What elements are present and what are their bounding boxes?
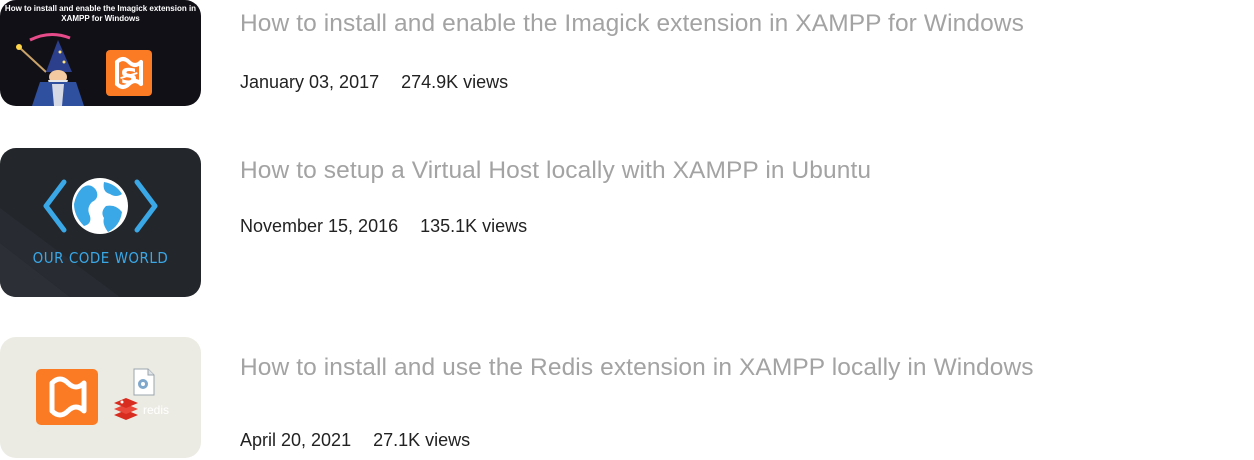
related-articles-list: How to install and enable the Imagick ex… <box>0 0 1254 460</box>
article-date: January 03, 2017 <box>240 72 380 92</box>
globe-icon <box>72 178 128 234</box>
article-views: 135.1K views <box>420 216 528 236</box>
redis-logo-icon <box>114 398 138 420</box>
article-thumbnail[interactable]: redis <box>0 337 201 458</box>
article-meta: January 03, 2017 274.9K views <box>240 72 508 93</box>
article-views: 27.1K views <box>373 430 471 450</box>
article-date: November 15, 2016 <box>240 216 399 236</box>
article-date: April 20, 2021 <box>240 430 352 450</box>
article-title-link[interactable]: How to install and enable the Imagick ex… <box>240 10 1024 38</box>
article-title-link[interactable]: How to install and use the Redis extensi… <box>240 354 1034 382</box>
thumbnail-caption: OUR CODE WORLD <box>32 249 169 267</box>
article-views: 274.9K views <box>401 72 509 92</box>
thumbnail-caption: redis <box>143 403 170 417</box>
article-thumbnail[interactable]: OUR CODE WORLD <box>0 148 201 297</box>
article-thumbnail[interactable]: How to install and enable the Imagick ex… <box>0 0 201 106</box>
article-meta: November 15, 2016 135.1K views <box>240 216 527 237</box>
article-meta: April 20, 2021 27.1K views <box>240 430 470 451</box>
xampp-logo-icon: ꞩ <box>106 50 152 96</box>
article-title-link[interactable]: How to setup a Virtual Host locally with… <box>240 157 871 185</box>
